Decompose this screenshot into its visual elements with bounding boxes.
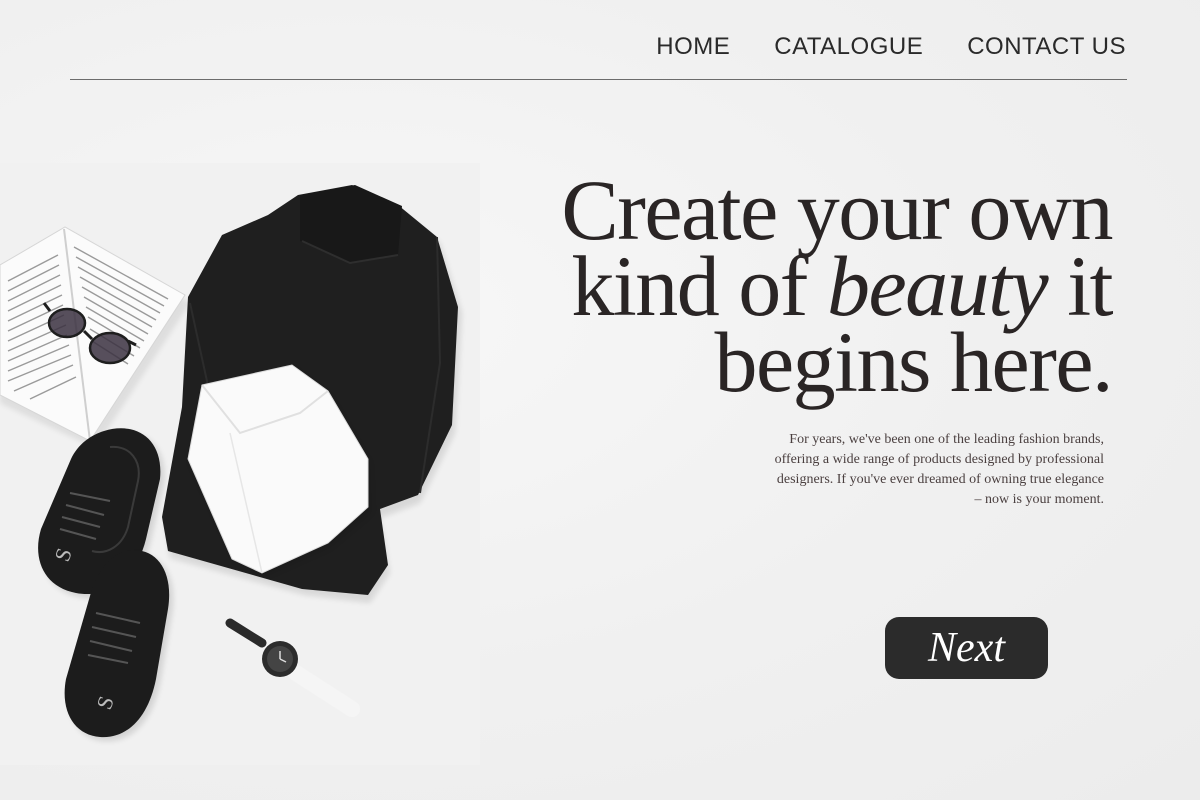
hero-description: For years, we've been one of the leading… xyxy=(774,432,1104,507)
headline-line-2: kind of beauty it xyxy=(472,243,1113,329)
nav-catalogue-link[interactable]: CATALOGUE xyxy=(774,30,923,64)
landing-page: HOME CATALOGUE CONTACT US S S Create you… xyxy=(0,0,1200,800)
nav-divider xyxy=(70,79,1127,80)
fashion-flatlay-photo: S S xyxy=(0,163,480,765)
flatlay-illustration: S S xyxy=(0,185,462,742)
headline-line-1: Create your own xyxy=(561,162,1113,258)
hero-headline: Create your own kind of beauty it begins… xyxy=(472,162,1113,410)
nav-home-link[interactable]: HOME xyxy=(656,30,730,64)
top-navigation: HOME CATALOGUE CONTACT US xyxy=(612,30,1126,64)
headline-line-3: begins here. xyxy=(714,314,1113,410)
wristwatch-image xyxy=(225,618,360,717)
next-button[interactable]: Next xyxy=(885,617,1048,679)
nav-contact-link[interactable]: CONTACT US xyxy=(967,30,1126,64)
